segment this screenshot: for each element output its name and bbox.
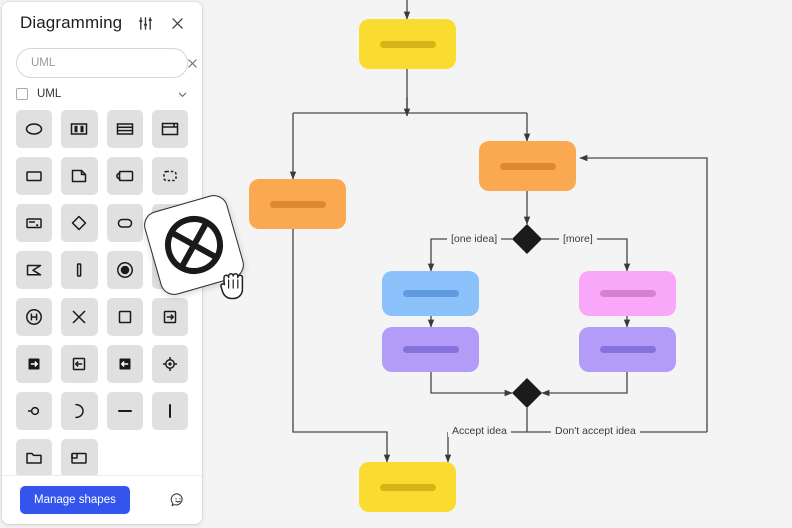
- square-arrow-right-filled-icon: [23, 353, 45, 375]
- object-node-shape[interactable]: [16, 204, 52, 242]
- ellipse-shape[interactable]: [16, 110, 52, 148]
- filled-circle-ring-icon: [114, 259, 136, 281]
- half-circle-icon: [68, 400, 90, 422]
- dashed-rectangle-shape[interactable]: [152, 157, 188, 195]
- close-icon[interactable]: [166, 12, 188, 34]
- socket-rect-icon: [114, 165, 136, 187]
- node-purple-right[interactable]: [579, 327, 676, 372]
- feedback-smiley-icon[interactable]: [170, 492, 186, 508]
- square-arrow-right-outline-icon: [159, 306, 181, 328]
- clear-search-icon[interactable]: [185, 56, 199, 70]
- titled-rect-icon: [159, 118, 181, 140]
- search-box[interactable]: [16, 48, 188, 78]
- node-blue[interactable]: [382, 271, 479, 316]
- frame-folder-shape[interactable]: [61, 439, 97, 475]
- square-arrow-left-filled-icon: [114, 353, 136, 375]
- send-signal-icon: [23, 259, 45, 281]
- node-text-placeholder-bar: [270, 201, 326, 208]
- entry-point-shape[interactable]: [152, 298, 188, 336]
- columns-box-icon: [68, 118, 90, 140]
- history-node-shape[interactable]: [16, 298, 52, 336]
- node-end-yellow[interactable]: [359, 462, 456, 512]
- cross-shape[interactable]: [61, 298, 97, 336]
- node-text-placeholder-bar: [380, 484, 436, 491]
- small-circle-pin-icon: [23, 400, 45, 422]
- hline-icon: [114, 400, 136, 422]
- exit-point-shape[interactable]: [16, 345, 52, 383]
- page-title: Diagramming: [20, 13, 134, 33]
- rows-box-icon: [114, 118, 136, 140]
- node-text-placeholder-bar: [403, 346, 459, 353]
- square-icon: [114, 306, 136, 328]
- edge-label-accept-idea: Accept idea: [448, 425, 511, 437]
- x-mark-icon: [68, 306, 90, 328]
- diagramming-app: [one idea] [more] Accept idea Don't accept …: [0, 0, 792, 528]
- node-text-placeholder-bar: [500, 163, 556, 170]
- shape-group-checkbox[interactable]: [16, 88, 28, 100]
- node-pink[interactable]: [579, 271, 676, 316]
- node-start-yellow[interactable]: [359, 19, 456, 69]
- folder-shape[interactable]: [16, 439, 52, 475]
- rectangle-shape[interactable]: [16, 157, 52, 195]
- square-arrow-left-outline-icon: [68, 353, 90, 375]
- rounded-rect-icon: [114, 212, 136, 234]
- object-rect-icon: [23, 212, 45, 234]
- node-orange-main[interactable]: [479, 141, 576, 191]
- node-text-placeholder-bar: [380, 41, 436, 48]
- node-orange-left[interactable]: [249, 179, 346, 229]
- final-node-shape[interactable]: [107, 251, 143, 289]
- panel-footer: Manage shapes: [2, 475, 202, 524]
- titled-frame-shape[interactable]: [152, 110, 188, 148]
- diamond-icon: [68, 212, 90, 234]
- horizontal-line-shape[interactable]: [107, 392, 143, 430]
- note-icon: [68, 165, 90, 187]
- folder-frame-icon: [68, 447, 90, 469]
- node-purple-left[interactable]: [382, 327, 479, 372]
- interface-socket-shape[interactable]: [107, 157, 143, 195]
- filter-settings-icon[interactable]: [134, 12, 156, 34]
- circle-h-icon: [23, 306, 45, 328]
- vbar-icon: [68, 259, 90, 281]
- rect-icon: [23, 165, 45, 187]
- half-circle-shape[interactable]: [61, 392, 97, 430]
- node-text-placeholder-bar: [600, 290, 656, 297]
- search-input[interactable]: [31, 57, 185, 69]
- chevron-down-icon[interactable]: [177, 89, 188, 100]
- small-circle-shape[interactable]: [16, 392, 52, 430]
- package-columns-shape[interactable]: [61, 110, 97, 148]
- rounded-rectangle-shape[interactable]: [107, 204, 143, 242]
- circle-crosshair-icon: [159, 353, 181, 375]
- ellipse-icon: [23, 118, 45, 140]
- decision-diamond-shape[interactable]: [61, 204, 97, 242]
- shape-group-label: UML: [37, 88, 177, 100]
- manage-shapes-button[interactable]: Manage shapes: [20, 486, 130, 514]
- input-pin-shape[interactable]: [61, 345, 97, 383]
- square-shape[interactable]: [107, 298, 143, 336]
- vertical-bar-shape[interactable]: [61, 251, 97, 289]
- edge-label-dont-accept-idea: Don't accept idea: [551, 425, 640, 437]
- decision-diamonds: [512, 224, 542, 408]
- note-shape[interactable]: [61, 157, 97, 195]
- output-pin-shape[interactable]: [107, 345, 143, 383]
- junction-node-shape[interactable]: [152, 345, 188, 383]
- dashed-rect-icon: [159, 165, 181, 187]
- vline-icon: [159, 400, 181, 422]
- edge-label-one-idea: [one idea]: [447, 233, 501, 245]
- vertical-line-shape[interactable]: [152, 392, 188, 430]
- send-signal-shape[interactable]: [16, 251, 52, 289]
- node-text-placeholder-bar: [403, 290, 459, 297]
- shape-group-row[interactable]: UML: [2, 78, 202, 104]
- search-area: [2, 44, 202, 78]
- edge-label-more: [more]: [559, 233, 597, 245]
- table-rows-shape[interactable]: [107, 110, 143, 148]
- node-text-placeholder-bar: [600, 346, 656, 353]
- grabbing-hand-cursor: [219, 267, 253, 303]
- folder-icon: [23, 447, 45, 469]
- panel-header: Diagramming: [2, 2, 202, 44]
